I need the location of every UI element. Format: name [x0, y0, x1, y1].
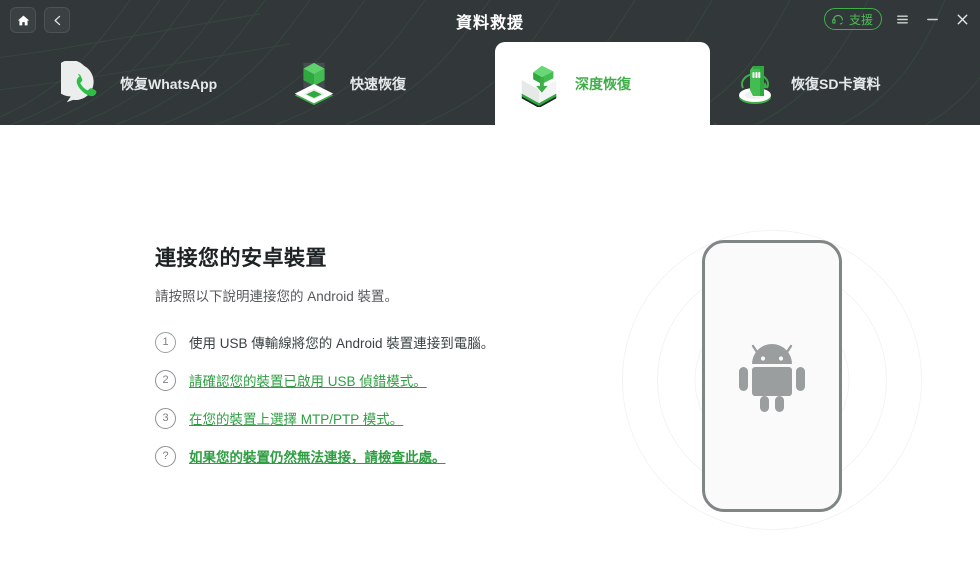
connect-instructions: 連接您的安卓裝置 請按照以下說明連接您的 Android 裝置。 1 使用 US…	[155, 242, 555, 483]
menu-button[interactable]	[892, 9, 912, 29]
app-window: 資料救援 支援 恢复WhatsApp 快速恢復 深度恢復 恢復SD卡資料 連接您…	[0, 0, 980, 582]
step-item-2[interactable]: 2 請確認您的裝置已啟用 USB 偵錯模式。	[155, 369, 555, 391]
titlebar: 資料救援 支援	[0, 0, 980, 40]
tab-recover-whatsapp[interactable]: 恢复WhatsApp	[50, 42, 280, 125]
android-phone-outline	[702, 240, 842, 512]
step-number: 1	[155, 331, 176, 353]
step-item-1: 1 使用 USB 傳輸線將您的 Android 裝置連接到電腦。	[155, 331, 555, 353]
tab-quick-recovery[interactable]: 快速恢復	[280, 42, 495, 125]
support-button[interactable]: 支援	[823, 8, 882, 30]
whatsapp-recover-icon	[58, 58, 110, 110]
tab-deep-recovery[interactable]: 深度恢復	[495, 42, 710, 125]
instructions-headline: 連接您的安卓裝置	[155, 247, 327, 270]
step-number: 2	[155, 369, 176, 391]
instructions-subline: 請按照以下說明連接您的 Android 裝置。	[155, 289, 399, 304]
tab-label: 快速恢復	[350, 75, 406, 92]
sd-card-recover-icon	[729, 58, 781, 110]
close-icon	[957, 14, 967, 24]
headset-icon	[832, 14, 843, 25]
device-illustration	[612, 185, 932, 575]
tab-bar: 恢复WhatsApp 快速恢復 深度恢復 恢復SD卡資料	[0, 42, 980, 125]
tab-label: 深度恢復	[575, 75, 631, 92]
tab-label: 恢復SD卡資料	[791, 75, 881, 92]
step-link-usb-debugging[interactable]: 請確認您的裝置已啟用 USB 偵錯模式。	[189, 370, 427, 390]
android-robot-icon	[739, 344, 805, 412]
hamburger-menu-icon	[896, 15, 908, 23]
tab-recover-sd-card[interactable]: 恢復SD卡資料	[715, 42, 945, 125]
main-content: 連接您的安卓裝置 請按照以下說明連接您的 Android 裝置。 1 使用 US…	[0, 125, 980, 582]
quick-recover-cube-icon	[288, 58, 340, 110]
step-item-help[interactable]: ? 如果您的裝置仍然無法連接，請檢查此處。	[155, 445, 555, 467]
step-number: 3	[155, 407, 176, 429]
app-header: 資料救援 支援 恢复WhatsApp 快速恢復 深度恢復 恢復SD卡資料	[0, 0, 980, 125]
titlebar-actions: 支援	[823, 8, 972, 30]
step-number-help: ?	[155, 445, 176, 467]
minimize-icon	[926, 18, 938, 20]
support-button-label: 支援	[848, 12, 873, 27]
deep-recover-cube-icon	[513, 58, 565, 110]
step-item-3[interactable]: 3 在您的裝置上選擇 MTP/PTP 模式。	[155, 407, 555, 429]
close-button[interactable]	[952, 9, 972, 29]
step-link-mtp-ptp[interactable]: 在您的裝置上選擇 MTP/PTP 模式。	[189, 408, 403, 428]
step-text: 使用 USB 傳輸線將您的 Android 裝置連接到電腦。	[189, 336, 495, 351]
minimize-button[interactable]	[922, 9, 942, 29]
tab-label: 恢复WhatsApp	[120, 75, 218, 92]
step-link-troubleshoot[interactable]: 如果您的裝置仍然無法連接，請檢查此處。	[189, 446, 446, 466]
instruction-steps: 1 使用 USB 傳輸線將您的 Android 裝置連接到電腦。 2 請確認您的…	[155, 331, 555, 467]
